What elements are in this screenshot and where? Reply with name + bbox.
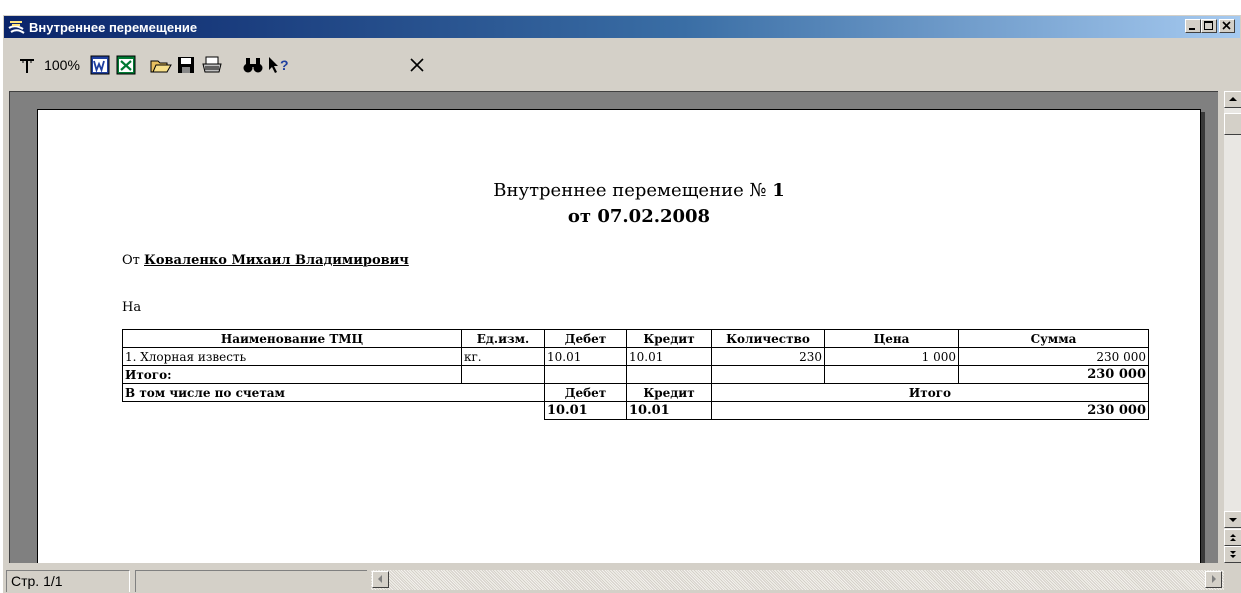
zoom-button[interactable]: 100%	[40, 54, 84, 76]
open-folder-icon[interactable]	[149, 54, 173, 76]
status-panel	[135, 570, 367, 592]
table-header-row: Наименование ТМЦ Ед.изм. Дебет Кредит Ко…	[122, 329, 1149, 348]
goods-table: Наименование ТМЦ Ед.изм. Дебет Кредит Ко…	[122, 329, 1149, 420]
total-row: Итого: 230 000	[122, 365, 1149, 384]
credit-cell: 10.01	[626, 347, 712, 366]
page-shadow	[1201, 112, 1205, 563]
header-cell: Сумма	[958, 329, 1149, 348]
empty-cell	[461, 365, 545, 384]
status-bar: Стр. 1/1	[3, 565, 1241, 593]
header-cell: Цена	[824, 329, 959, 348]
page-indicator: Стр. 1/1	[6, 570, 130, 592]
from-line: От Коваленко Михаил Владимирович	[122, 253, 409, 268]
vertical-scrollbar[interactable]	[1224, 91, 1241, 563]
accounts-label: В том числе по счетам	[122, 383, 545, 402]
horizontal-scrollbar[interactable]	[371, 570, 1224, 590]
find-icon[interactable]	[241, 54, 265, 76]
accounts-header-row: В том числе по счетам Дебет Кредит Итого	[122, 383, 1149, 402]
accounts-total-header: Итого	[711, 383, 1149, 402]
window-title: Внутреннее перемещение	[29, 20, 198, 35]
empty-cell	[626, 365, 712, 384]
header-cell: Дебет	[544, 329, 627, 348]
ruler-icon[interactable]	[16, 54, 38, 76]
table-row: 1. Хлорная известь кг. 10.01 10.01 230 1…	[122, 347, 1149, 366]
scroll-left-button[interactable]	[372, 571, 389, 588]
debit-cell: 10.01	[544, 347, 627, 366]
unit-cell: кг.	[461, 347, 545, 366]
header-cell: Ед.изм.	[461, 329, 545, 348]
total-sum: 230 000	[958, 365, 1149, 384]
page-up-button[interactable]	[1224, 529, 1241, 546]
accounts-row: 10.01 10.01 230 000	[123, 401, 1149, 420]
accounts-credit-header: Кредит	[626, 383, 712, 402]
context-help-icon[interactable]: ?	[266, 54, 292, 76]
close-button[interactable]	[1219, 19, 1235, 33]
page-down-button[interactable]	[1224, 546, 1241, 563]
report-window: Внутреннее перемещение 100% ? Внутреннее…	[2, 14, 1241, 593]
item-name-cell: 1. Хлорная известь	[122, 347, 462, 366]
empty-cell	[544, 365, 627, 384]
print-icon[interactable]	[200, 54, 224, 76]
title-bar[interactable]: Внутреннее перемещение	[4, 16, 1240, 38]
document-number: 1	[772, 180, 785, 201]
zoom-label: 100%	[44, 57, 80, 73]
empty-cell	[123, 402, 545, 420]
scroll-right-button[interactable]	[1205, 571, 1222, 588]
to-label: На	[122, 300, 142, 315]
empty-cell	[711, 365, 825, 384]
close-report-icon[interactable]	[406, 54, 428, 76]
maximize-button[interactable]	[1201, 19, 1217, 33]
scroll-down-button[interactable]	[1224, 511, 1241, 528]
from-name: Коваленко Михаил Владимирович	[144, 253, 409, 268]
excel-export-icon[interactable]	[114, 54, 138, 76]
accounts-debit: 10.01	[544, 401, 627, 420]
from-label: От	[122, 253, 140, 268]
save-icon[interactable]	[174, 54, 198, 76]
word-export-icon[interactable]	[88, 54, 112, 76]
accounts-debit-header: Дебет	[544, 383, 627, 402]
header-cell: Количество	[711, 329, 825, 348]
sum-cell: 230 000	[958, 347, 1149, 366]
toolbar: 100% ?	[4, 39, 1240, 89]
accounts-sum: 230 000	[711, 401, 1149, 420]
document-viewport[interactable]: Внутреннее перемещение № 1 от 07.02.2008…	[9, 91, 1218, 563]
empty-cell	[824, 365, 959, 384]
svg-text:?: ?	[280, 57, 289, 73]
header-cell: Наименование ТМЦ	[122, 329, 462, 348]
header-cell: Кредит	[626, 329, 712, 348]
scroll-up-button[interactable]	[1224, 91, 1241, 108]
total-label: Итого:	[122, 365, 462, 384]
scroll-thumb[interactable]	[1224, 113, 1241, 135]
quantity-cell: 230	[711, 347, 825, 366]
minimize-button[interactable]	[1185, 19, 1201, 33]
app-icon	[8, 19, 26, 35]
document-date: от 07.02.2008	[567, 206, 711, 227]
price-cell: 1 000	[824, 347, 959, 366]
document-title: Внутреннее перемещение № 1	[38, 180, 1200, 202]
accounts-credit: 10.01	[626, 401, 712, 420]
document-page: Внутреннее перемещение № 1 от 07.02.2008…	[37, 109, 1201, 563]
document-title-text: Внутреннее перемещение №	[493, 180, 767, 201]
